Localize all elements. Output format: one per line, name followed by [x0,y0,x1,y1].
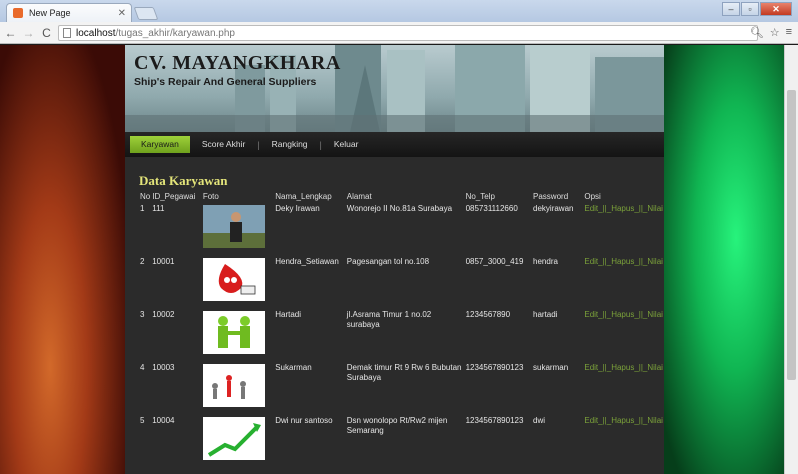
menu-keluar[interactable]: Keluar [322,136,371,153]
cell-password: sukarman [533,363,569,372]
cell-id: 10002 [152,310,175,319]
cell-nama: Deky Irawan [275,204,320,213]
cell-nama: Hendra_Setiawan [275,257,339,266]
cell-telp: 1234567890 [465,310,511,319]
cell-alamat: jl.Asrama Timur 1 no.02 surabaya [346,310,432,329]
employee-photo [202,417,265,460]
zoom-icon[interactable]: 🔍︎ [750,26,764,39]
page-scrollbar[interactable] [784,45,798,474]
cell-id: 10003 [152,363,175,372]
menu-karyawan[interactable]: Karyawan [130,136,190,153]
cell-no: 3 [140,310,145,319]
column-header: Foto [202,192,219,201]
employee-photo [202,364,265,407]
column-header: ID_Pegawai [152,192,196,201]
cell-alamat: Pagesangan tol no.108 [346,257,430,266]
table-row: 5 10004 Dwi nur santoso Dsn wonolopo Rt/… [139,414,664,467]
cell-opsi-links[interactable]: Edit_||_Hapus_||_Nilai [583,255,664,308]
cell-id: 111 [152,204,165,213]
employee-photo [202,205,265,248]
tab-close-icon[interactable]: ✕ [118,8,126,19]
cell-opsi-links[interactable]: Edit_||_Hapus_||_Nilai [583,361,664,414]
cell-no: 1 [140,204,145,213]
menu-score-akhir[interactable]: Score Akhir [190,136,257,153]
browser-titlebar: New Page ✕ – ▫ ✕ [0,0,798,22]
cell-password: dekyirawan [533,204,574,213]
url-path: /tugas_akhir/karyawan.php [115,27,235,39]
browser-tab[interactable]: New Page ✕ [6,3,132,22]
cell-telp: 085731112660 [465,204,518,213]
column-header: Opsi [584,192,601,201]
table-header-row: No ID_Pegawai Foto Nama_Lengkap Alamat N… [139,191,664,202]
page-content: CV. MAYANGKHARA Ship's Repair And Genera… [125,45,664,474]
column-header: No_Telp [465,192,495,201]
employee-photo [202,311,265,354]
url-host: localhost [76,27,116,39]
cell-nama: Dwi nur santoso [275,416,333,425]
cell-photo [202,414,274,467]
cell-password: hartadi [533,310,558,319]
company-subtitle: Ship's Repair And General Suppliers [134,76,317,88]
cell-nama: Hartadi [275,310,302,319]
cell-photo [202,308,274,361]
cell-photo [202,255,274,308]
background-right [664,45,784,474]
cell-telp: 1234567890123 [465,416,524,425]
background-left [0,45,125,474]
new-tab-button[interactable] [133,7,159,20]
favicon-icon [13,8,23,18]
cell-nama: Sukarman [275,363,312,372]
cell-alamat: Demak timur Rt 9 Rw 6 Bubutan Surabaya [346,363,462,382]
table-row: 3 10002 Hartadi jl.Asrama Timur 1 no.02 … [139,308,664,361]
reload-icon[interactable]: C [39,26,54,40]
table-row: 1 111 Deky Irawan Wonorejo II No.81a Sur… [139,202,664,255]
forward-icon[interactable]: → [21,26,36,40]
cell-opsi-links[interactable]: Edit_||_Hapus_||_Nilai [583,308,664,361]
header-banner: CV. MAYANGKHARA Ship's Repair And Genera… [125,45,664,132]
cell-opsi-links[interactable]: Edit_||_Hapus_||_Nilai [583,202,664,255]
company-title: CV. MAYANGKHARA [134,52,341,74]
cell-opsi-links[interactable]: Edit_||_Hapus_||_Nilai [583,414,664,467]
cell-no: 4 [140,363,145,372]
cell-telp: 0857_3000_419 [465,257,524,266]
cell-photo [202,361,274,414]
menu-rangking[interactable]: Rangking [260,136,320,153]
scrollbar-thumb[interactable] [787,90,796,380]
column-header: Password [533,192,569,201]
menu-icon[interactable]: ≡ [786,26,792,39]
section-title: Data Karyawan [139,173,228,188]
maximize-button[interactable]: ▫ [741,2,759,16]
minimize-button[interactable]: – [722,2,740,16]
page-viewport: CV. MAYANGKHARA Ship's Repair And Genera… [0,45,784,474]
cell-no: 5 [140,416,145,425]
table-row: 2 10001 Hendra_Setiawan Pagesangan tol n… [139,255,664,308]
employee-table: No ID_Pegawai Foto Nama_Lengkap Alamat N… [139,191,664,467]
cell-photo [202,202,274,255]
page-icon [63,28,71,38]
star-icon[interactable]: ☆ [770,26,780,39]
address-bar[interactable]: localhost /tugas_akhir/karyawan.php [58,25,758,41]
close-window-button[interactable]: ✕ [760,2,792,16]
table-row: 4 10003 Sukarman Demak timur Rt 9 Rw 6 B… [139,361,664,414]
column-header: Alamat [346,192,372,201]
employee-photo [202,258,265,301]
cell-id: 10004 [152,416,175,425]
cell-telp: 1234567890123 [465,363,524,372]
main-menu: Karyawan Score Akhir | Rangking | Keluar [125,132,664,157]
cell-password: dwi [533,416,546,425]
tab-title: New Page [29,8,71,18]
cell-no: 2 [140,257,145,266]
browser-toolbar: ← → C localhost /tugas_akhir/karyawan.ph… [0,22,798,44]
column-header: No [140,192,151,201]
back-icon[interactable]: ← [3,26,18,40]
cell-id: 10001 [152,257,175,266]
window-controls: – ▫ ✕ [722,2,792,16]
cell-password: hendra [533,257,558,266]
column-header: Nama_Lengkap [275,192,332,201]
cell-alamat: Wonorejo II No.81a Surabaya [346,204,453,213]
cell-alamat: Dsn wonolopo Rt/Rw2 mijen Semarang [346,416,448,435]
